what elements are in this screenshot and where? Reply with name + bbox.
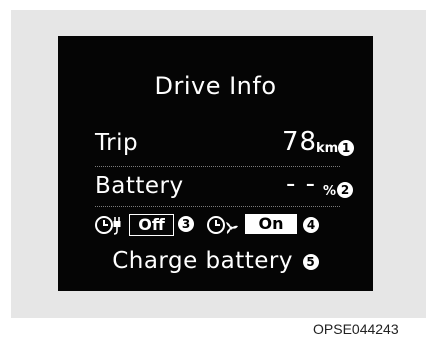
- divider-2: [95, 206, 340, 207]
- divider-1: [95, 166, 340, 167]
- clock-plug-icon: [94, 214, 126, 240]
- battery-unit: %: [323, 184, 337, 199]
- charge-battery-text: Charge battery: [112, 248, 293, 274]
- drive-info-display: Drive Info Trip 78 km 1 Battery - - % 2 …: [58, 36, 373, 291]
- clock-fan-icon: [206, 214, 240, 240]
- trip-label: Trip: [95, 130, 139, 156]
- battery-value: - -: [286, 169, 317, 199]
- callout-1: 1: [338, 140, 354, 156]
- charge-battery-message: Charge battery 5: [58, 248, 373, 274]
- display-title: Drive Info: [154, 72, 277, 100]
- trip-value: 78: [282, 127, 318, 157]
- trip-unit: km: [316, 141, 339, 156]
- callout-3: 3: [178, 216, 194, 232]
- figure-code: OPSE044243: [313, 321, 399, 337]
- scheduled-climate-status: On: [245, 214, 297, 234]
- callout-5: 5: [302, 254, 319, 270]
- scheduled-charging-status: Off: [129, 214, 174, 236]
- callout-2: 2: [337, 182, 353, 198]
- callout-4: 4: [303, 217, 319, 233]
- battery-label: Battery: [95, 173, 184, 199]
